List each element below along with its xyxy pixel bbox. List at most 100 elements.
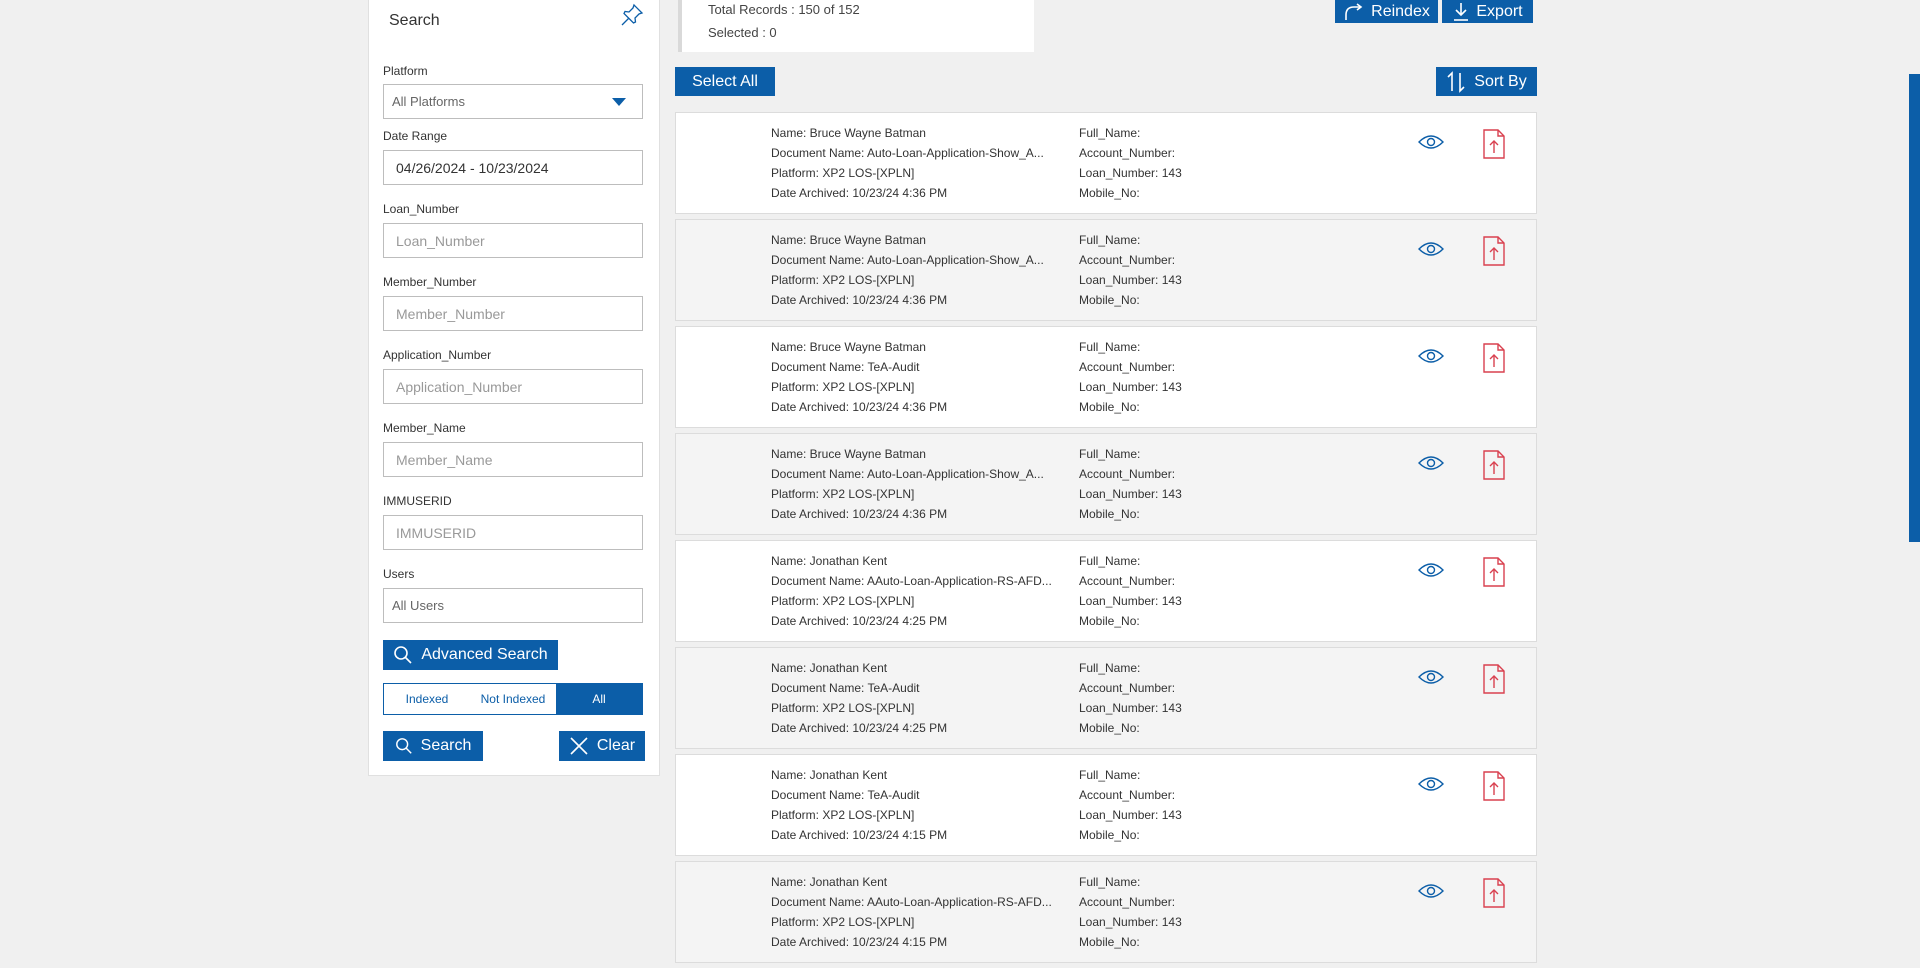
record-name: Name: Jonathan Kent: [771, 768, 888, 782]
redo-arrow-icon: [1343, 2, 1365, 21]
record-index-fields: Full_Name: Account_Number: Loan_Number: 14…: [1079, 337, 1279, 417]
pdf-file-icon[interactable]: [1482, 664, 1506, 694]
pdf-file-icon[interactable]: [1482, 236, 1506, 266]
record-platform: Platform: XP2 LOS-[XPLN]: [771, 487, 915, 501]
record-account-number: Account_Number:: [1079, 467, 1176, 481]
pdf-file-icon[interactable]: [1482, 129, 1506, 159]
sort-by-button[interactable]: Sort By: [1436, 67, 1537, 96]
record-row[interactable]: Name: Jonathan Kent Document Name: AAuto-…: [675, 861, 1537, 963]
record-details: Name: Jonathan Kent Document Name: AAuto-…: [771, 872, 1056, 952]
pdf-file-icon[interactable]: [1482, 450, 1506, 480]
record-row[interactable]: Name: Jonathan Kent Document Name: AAuto-…: [675, 540, 1537, 642]
record-platform: Platform: XP2 LOS-[XPLN]: [771, 808, 915, 822]
record-row[interactable]: Name: Bruce Wayne Batman Document Name: A…: [675, 219, 1537, 321]
record-row[interactable]: Name: Bruce Wayne Batman Document Name: T…: [675, 326, 1537, 428]
eye-icon[interactable]: [1417, 882, 1445, 900]
reindex-label: Reindex: [1371, 2, 1430, 20]
platform-select-value: All Platforms: [392, 94, 465, 109]
member-name-input[interactable]: [383, 442, 643, 477]
clear-button[interactable]: Clear: [559, 731, 645, 761]
record-name: Name: Jonathan Kent: [771, 875, 888, 889]
record-details: Name: Jonathan Kent Document Name: TeA-Au…: [771, 765, 1056, 845]
search-icon: [395, 737, 413, 755]
filter-indexed[interactable]: Indexed: [384, 684, 470, 714]
member-number-label: Member_Number: [383, 275, 477, 289]
member-number-input[interactable]: [383, 296, 643, 331]
record-document: Document Name: Auto-Loan-Application-Sho…: [771, 146, 1044, 160]
pdf-file-icon[interactable]: [1482, 878, 1506, 908]
record-row[interactable]: Name: Jonathan Kent Document Name: TeA-Au…: [675, 647, 1537, 749]
eye-icon[interactable]: [1417, 454, 1445, 472]
search-button[interactable]: Search: [383, 731, 483, 761]
loan-number-input[interactable]: [383, 223, 643, 258]
scrollbar-thumb[interactable]: [1909, 74, 1920, 542]
filter-not-indexed[interactable]: Not Indexed: [470, 684, 556, 714]
record-platform: Platform: XP2 LOS-[XPLN]: [771, 915, 915, 929]
record-date: Date Archived: 10/23/24 4:25 PM: [771, 721, 948, 735]
records-summary: Total Records : 150 of 152 Selected : 0: [678, 0, 1034, 52]
filter-all[interactable]: All: [556, 684, 642, 714]
application-number-input[interactable]: [383, 369, 643, 404]
record-loan-number: Loan_Number: 143: [1079, 594, 1182, 608]
record-name: Name: Bruce Wayne Batman: [771, 126, 926, 140]
export-button[interactable]: Export: [1442, 0, 1533, 23]
record-name: Name: Bruce Wayne Batman: [771, 447, 926, 461]
pdf-file-icon[interactable]: [1482, 771, 1506, 801]
record-loan-number: Loan_Number: 143: [1079, 915, 1182, 929]
record-full-name: Full_Name:: [1079, 661, 1141, 675]
record-details: Name: Bruce Wayne Batman Document Name: T…: [771, 337, 1056, 417]
record-document: Document Name: TeA-Audit: [771, 788, 920, 802]
record-date: Date Archived: 10/23/24 4:15 PM: [771, 935, 948, 949]
users-select-value: All Users: [392, 598, 445, 613]
record-mobile-no: Mobile_No:: [1079, 828, 1140, 842]
record-row[interactable]: Name: Bruce Wayne Batman Document Name: A…: [675, 112, 1537, 214]
record-name: Name: Jonathan Kent: [771, 554, 888, 568]
pin-icon[interactable]: [619, 2, 645, 28]
eye-icon[interactable]: [1417, 347, 1445, 365]
index-filter-toggle: Indexed Not Indexed All: [383, 683, 643, 715]
record-details: Name: Bruce Wayne Batman Document Name: A…: [771, 230, 1056, 310]
record-date: Date Archived: 10/23/24 4:36 PM: [771, 400, 948, 414]
eye-icon[interactable]: [1417, 775, 1445, 793]
search-panel: Search Platform All Platforms Date Range…: [368, 0, 660, 776]
record-document: Document Name: AAuto-Loan-Application-RS…: [771, 574, 1052, 588]
record-date: Date Archived: 10/23/24 4:36 PM: [771, 293, 948, 307]
eye-icon[interactable]: [1417, 133, 1445, 151]
record-platform: Platform: XP2 LOS-[XPLN]: [771, 594, 915, 608]
record-platform: Platform: XP2 LOS-[XPLN]: [771, 380, 915, 394]
record-mobile-no: Mobile_No:: [1079, 614, 1140, 628]
pdf-file-icon[interactable]: [1482, 343, 1506, 373]
record-account-number: Account_Number:: [1079, 895, 1176, 909]
advanced-search-button[interactable]: Advanced Search: [383, 640, 558, 670]
record-document: Document Name: AAuto-Loan-Application-RS…: [771, 895, 1052, 909]
record-account-number: Account_Number:: [1079, 253, 1176, 267]
record-row[interactable]: Name: Jonathan Kent Document Name: TeA-Au…: [675, 754, 1537, 856]
close-icon: [569, 736, 589, 756]
record-full-name: Full_Name:: [1079, 768, 1141, 782]
eye-icon[interactable]: [1417, 240, 1445, 258]
immuserid-label: IMMUSERID: [383, 494, 452, 508]
eye-icon[interactable]: [1417, 668, 1445, 686]
record-details: Name: Jonathan Kent Document Name: AAuto-…: [771, 551, 1056, 631]
immuserid-input[interactable]: [383, 515, 643, 550]
reindex-button[interactable]: Reindex: [1335, 0, 1438, 23]
users-select[interactable]: All Users: [383, 588, 643, 623]
chevron-down-icon: [612, 98, 626, 106]
record-platform: Platform: XP2 LOS-[XPLN]: [771, 273, 915, 287]
record-loan-number: Loan_Number: 143: [1079, 701, 1182, 715]
advanced-search-label: Advanced Search: [421, 646, 548, 663]
loan-number-label: Loan_Number: [383, 202, 460, 216]
record-document: Document Name: Auto-Loan-Application-Sho…: [771, 253, 1044, 267]
record-row[interactable]: Name: Bruce Wayne Batman Document Name: A…: [675, 433, 1537, 535]
platform-select[interactable]: All Platforms: [383, 84, 643, 119]
eye-icon[interactable]: [1417, 561, 1445, 579]
pdf-file-icon[interactable]: [1482, 557, 1506, 587]
record-name: Name: Bruce Wayne Batman: [771, 233, 926, 247]
record-index-fields: Full_Name: Account_Number: Loan_Number: 14…: [1079, 551, 1279, 631]
record-account-number: Account_Number:: [1079, 574, 1176, 588]
date-range-input[interactable]: [383, 150, 643, 185]
record-full-name: Full_Name:: [1079, 554, 1141, 568]
record-document: Document Name: TeA-Audit: [771, 681, 920, 695]
record-mobile-no: Mobile_No:: [1079, 507, 1140, 521]
select-all-button[interactable]: Select All: [675, 67, 775, 96]
